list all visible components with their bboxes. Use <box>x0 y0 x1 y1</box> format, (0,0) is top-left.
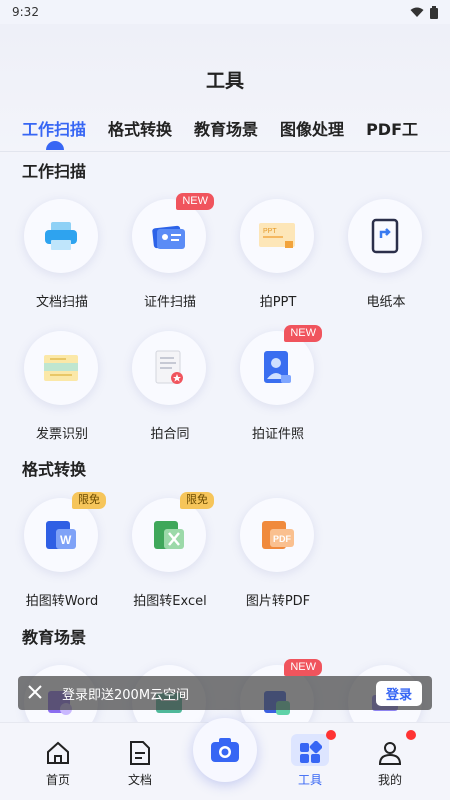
nav-docs-label: 文档 <box>127 773 152 787</box>
category-tabs: 工作扫描 格式转换 教育场景 图像处理 PDF工 <box>0 112 450 152</box>
tool-label: 图片转PDF <box>245 594 311 609</box>
tool-label: 拍图转Excel <box>133 594 207 609</box>
e-notebook-icon <box>348 199 422 273</box>
camera-button[interactable] <box>193 718 257 782</box>
user-icon <box>375 738 405 768</box>
tab-format-convert[interactable]: 格式转换 <box>108 112 172 152</box>
free-badge: 限免 <box>72 492 106 509</box>
tool-label: 拍图转Word <box>25 594 99 609</box>
tab-education[interactable]: 教育场景 <box>194 112 258 152</box>
tool-doc-scan[interactable]: 文档扫描 <box>12 199 112 319</box>
tool-to-word[interactable]: W 限免 拍图转Word <box>12 492 112 618</box>
invoice-icon <box>24 331 98 405</box>
svg-text:W: W <box>60 533 72 547</box>
section-title-work: 工作扫描 <box>22 162 87 181</box>
tool-label: 拍PPT <box>259 295 297 310</box>
nav-home-label: 首页 <box>45 773 70 787</box>
camera-icon <box>211 738 239 762</box>
word-icon: W <box>24 498 98 572</box>
document-icon <box>125 738 155 768</box>
new-badge: NEW <box>176 193 214 210</box>
tab-pdf-tools[interactable]: PDF工 <box>366 112 418 152</box>
tool-id-photo[interactable]: NEW 拍证件照 <box>228 325 328 451</box>
contract-icon <box>132 331 206 405</box>
nav-docs[interactable]: 文档 <box>110 738 170 788</box>
pdf-icon: PDF <box>240 498 314 572</box>
tab-image-process[interactable]: 图像处理 <box>280 112 344 152</box>
section-title-education: 教育场景 <box>22 628 87 647</box>
mine-notification-dot <box>406 730 416 740</box>
tool-to-excel[interactable]: 限免 拍图转Excel <box>120 492 220 618</box>
nav-tools[interactable]: 工具 <box>280 738 340 788</box>
tool-id-scan[interactable]: NEW 证件扫描 <box>120 193 220 319</box>
wifi-icon <box>410 7 424 17</box>
nav-tools-label: 工具 <box>297 773 322 787</box>
tool-label: 电纸本 <box>366 295 406 310</box>
tools-notification-dot <box>326 730 336 740</box>
login-button[interactable]: 登录 <box>375 680 422 706</box>
status-bar: 9:32 <box>0 0 450 24</box>
toast-message: 登录即送200M云空间 <box>62 687 190 703</box>
login-toast: 登录即送200M云空间 登录 <box>18 676 432 710</box>
new-badge: NEW <box>284 325 322 342</box>
id-card-icon <box>132 199 206 273</box>
battery-icon <box>430 5 438 19</box>
home-icon <box>43 738 73 768</box>
section-title-format: 格式转换 <box>22 460 87 479</box>
id-photo-icon <box>240 331 314 405</box>
svg-text:PDF: PDF <box>273 534 292 544</box>
printer-scan-icon <box>24 199 98 273</box>
tool-invoice[interactable]: 发票识别 <box>12 331 112 451</box>
tool-label: 拍证件照 <box>251 427 304 442</box>
tool-label: 拍合同 <box>150 427 190 442</box>
tool-label: 证件扫描 <box>143 295 196 310</box>
tools-content: 工作扫描 文档扫描 NEW 证件扫描 PPT 拍PPT 电纸本 发票识别 拍合同… <box>0 152 450 722</box>
tool-label: 发票识别 <box>35 427 88 442</box>
tool-contract[interactable]: 拍合同 <box>120 331 220 451</box>
status-icons <box>410 5 438 19</box>
tool-ppt[interactable]: PPT 拍PPT <box>228 199 328 319</box>
ppt-icon: PPT <box>240 199 314 273</box>
page-title: 工具 <box>205 70 244 92</box>
tool-e-paper[interactable]: 电纸本 <box>336 199 436 319</box>
nav-mine-label: 我的 <box>377 773 402 787</box>
nav-mine[interactable]: 我的 <box>360 738 420 788</box>
tool-label: 文档扫描 <box>35 295 88 310</box>
nav-home[interactable]: 首页 <box>28 738 88 788</box>
free-badge: 限免 <box>180 492 214 509</box>
svg-text:PPT: PPT <box>263 228 277 235</box>
status-time: 9:32 <box>12 5 39 19</box>
close-icon[interactable] <box>28 683 54 704</box>
tools-grid-icon <box>295 738 325 768</box>
excel-icon <box>132 498 206 572</box>
tool-to-pdf[interactable]: PDF 图片转PDF <box>228 498 328 618</box>
new-badge: NEW <box>284 659 322 676</box>
